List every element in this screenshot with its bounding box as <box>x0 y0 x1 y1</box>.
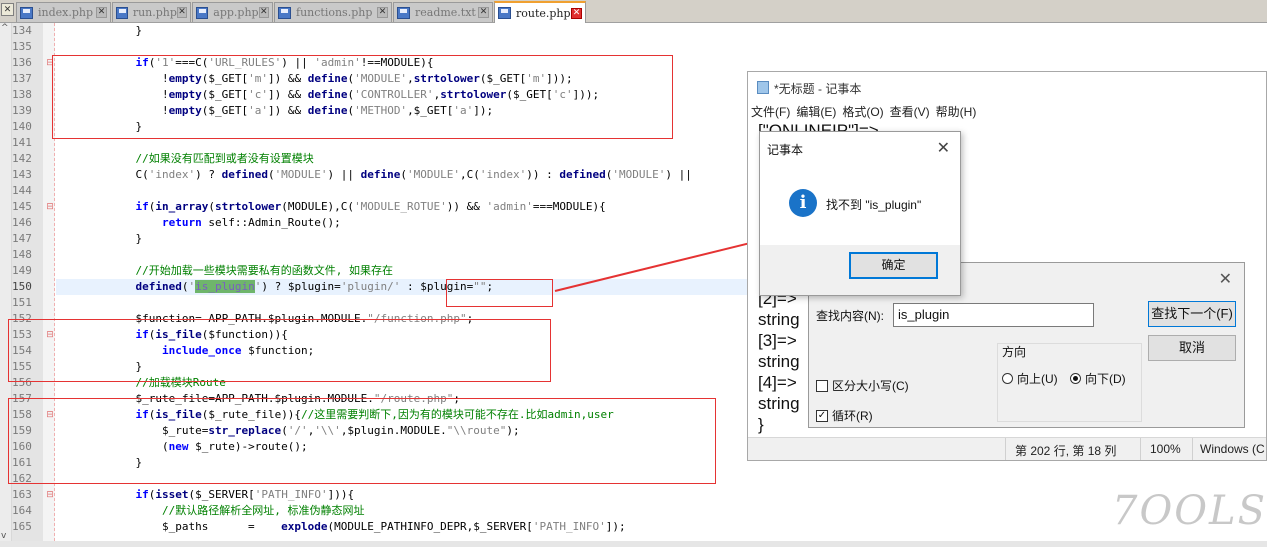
notepad-menubar: 文件(F) 编辑(E) 格式(O) 查看(V) 帮助(H) <box>751 103 982 120</box>
message-box-close-icon[interactable]: ✕ <box>937 138 950 158</box>
match-case-box <box>816 379 828 392</box>
wrap-check-icon: ✓ <box>816 409 828 422</box>
notepad-menu-item[interactable]: 编辑(E) <box>796 105 836 119</box>
notepad-menu-item[interactable]: 帮助(H) <box>936 105 977 119</box>
horizontal-scrollbar[interactable] <box>0 541 1267 547</box>
notepad-menu-item[interactable]: 文件(F) <box>751 105 790 119</box>
wrap-label: 循环(R) <box>832 409 873 423</box>
cancel-button[interactable]: 取消 <box>1148 335 1236 361</box>
match-case-label: 区分大小写(C) <box>832 379 909 393</box>
message-box-title: 记事本 <box>767 143 804 157</box>
notepad-icon <box>757 81 769 94</box>
find-dialog-close-icon[interactable]: ✕ <box>1219 269 1232 289</box>
direction-down-label: 向下(D) <box>1085 372 1126 386</box>
info-icon: i <box>789 189 817 217</box>
direction-up-label: 向上(U) <box>1017 372 1058 386</box>
wrap-checkbox[interactable]: ✓ 循环(R) <box>816 407 873 424</box>
radio-down-icon <box>1070 373 1081 384</box>
find-what-input[interactable]: is_plugin <box>893 303 1094 327</box>
notepad-statusbar: 第 202 行, 第 18 列 100% Windows (C <box>748 437 1266 460</box>
status-position: 第 202 行, 第 18 列 <box>1015 444 1117 458</box>
direction-down-radio[interactable]: 向下(D) <box>1070 370 1126 387</box>
message-text: 找不到 "is_plugin" <box>826 198 922 212</box>
radio-up-icon <box>1002 373 1013 384</box>
direction-label: 方向 <box>1002 345 1027 359</box>
notepad-menu-item[interactable]: 格式(O) <box>842 105 883 119</box>
ok-button[interactable]: 确定 <box>849 252 938 279</box>
notepad-titlebar: *无标题 - 记事本 <box>748 72 1267 104</box>
notepad-menu-item[interactable]: 查看(V) <box>890 105 930 119</box>
find-what-label: 查找内容(N): <box>816 309 884 323</box>
match-case-checkbox[interactable]: 区分大小写(C) <box>816 377 909 394</box>
notepad-title: *无标题 - 记事本 <box>774 82 862 96</box>
status-zoom: 100% <box>1150 442 1181 456</box>
find-next-button[interactable]: 查找下一个(F) <box>1148 301 1236 327</box>
status-encoding: Windows (C <box>1200 442 1265 456</box>
not-found-message-box: 记事本 ✕ i 找不到 "is_plugin" 确定 <box>759 131 961 296</box>
tools-watermark-logo: 7OOLS <box>1112 488 1267 534</box>
direction-up-radio[interactable]: 向上(U) <box>1002 370 1058 387</box>
